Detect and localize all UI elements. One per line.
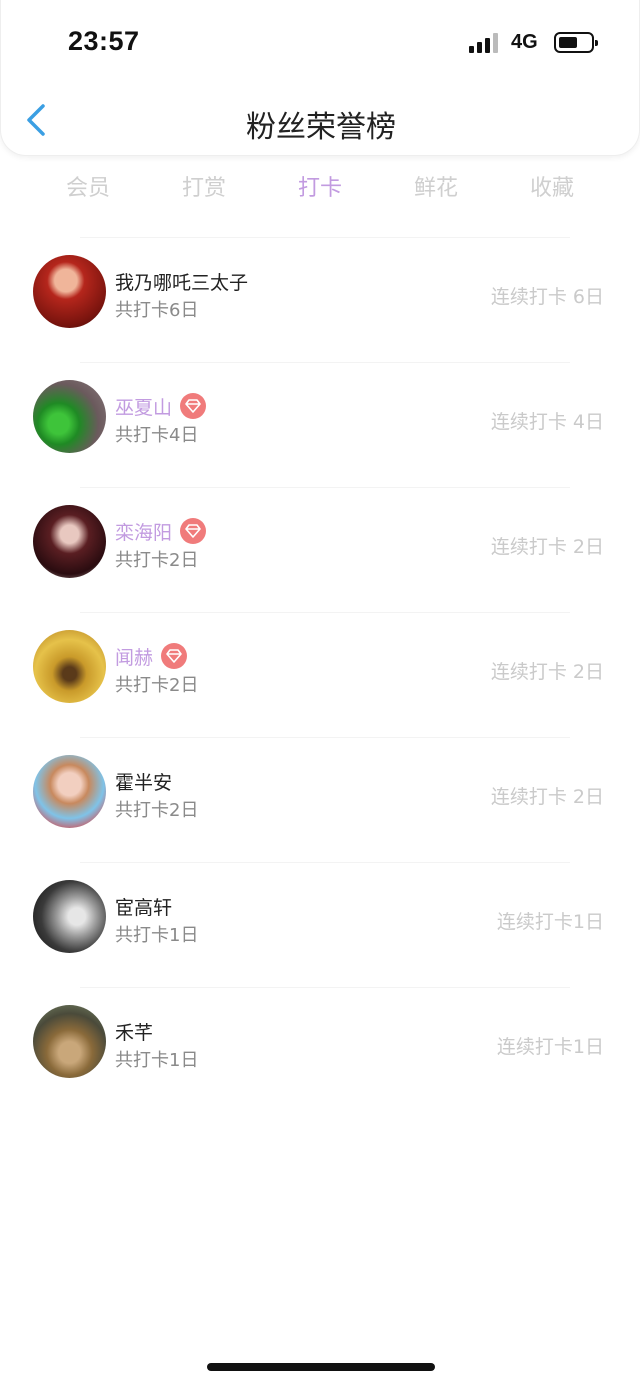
header: 23:57 4G 粉丝荣誉榜 [0,0,640,156]
streak-label: 连续打卡 2日 [490,536,604,558]
nav-bar: 粉丝荣誉榜 [1,90,640,150]
streak-label: 连续打卡1日 [496,911,604,933]
streak-label: 连续打卡 2日 [490,661,604,683]
total-checkin: 共打卡6日 [115,300,199,321]
avatar[interactable] [33,630,106,703]
fan-name: 宦高轩 [115,896,173,919]
fan-name: 我乃哪吒三太子 [115,271,249,294]
battery-icon [554,32,598,53]
fan-row[interactable]: 栾海阳 共打卡2日 连续打卡 2日 [0,488,640,612]
fan-row[interactable]: 我乃哪吒三太子 共打卡6日 连续打卡 6日 [0,238,640,362]
fan-name: 栾海阳 [115,521,173,544]
network-label: 4G [511,31,538,53]
streak-label: 连续打卡 2日 [490,786,604,808]
streak-label: 连续打卡 6日 [490,286,604,308]
home-indicator[interactable] [207,1363,435,1371]
avatar[interactable] [33,1005,106,1078]
fan-row[interactable]: 巫夏山 共打卡4日 连续打卡 4日 [0,363,640,487]
diamond-icon [180,518,207,544]
tab-reward[interactable]: 打赏 [146,170,262,206]
total-checkin: 共打卡1日 [115,925,199,946]
tab-checkin[interactable]: 打卡 [262,170,378,206]
tab-flowers[interactable]: 鲜花 [378,170,494,206]
total-checkin: 共打卡1日 [115,1050,199,1071]
status-bar: 23:57 4G [1,0,640,86]
fan-name: 霍半安 [115,771,173,794]
diamond-icon [180,393,207,419]
status-time: 23:57 [68,26,140,56]
fan-row[interactable]: 宦高轩 共打卡1日 连续打卡1日 [0,863,640,987]
avatar[interactable] [33,505,106,578]
streak-label: 连续打卡 4日 [490,411,604,433]
total-checkin: 共打卡4日 [115,425,199,446]
avatar[interactable] [33,380,106,453]
streak-label: 连续打卡1日 [496,1036,604,1058]
avatar[interactable] [33,880,106,953]
tab-member[interactable]: 会员 [30,170,146,206]
total-checkin: 共打卡2日 [115,800,199,821]
fan-list: 我乃哪吒三太子 共打卡6日 连续打卡 6日 巫夏山 共打卡4日 连续打卡 4日 … [0,237,640,1112]
total-checkin: 共打卡2日 [115,550,199,571]
fan-name: 巫夏山 [115,396,173,419]
fan-row[interactable]: 闻赫 共打卡2日 连续打卡 2日 [0,613,640,737]
signal-icon [469,33,501,53]
fan-name: 禾芊 [115,1021,154,1044]
diamond-icon [161,643,188,669]
tab-favorites[interactable]: 收藏 [494,170,610,206]
fan-row[interactable]: 霍半安 共打卡2日 连续打卡 2日 [0,738,640,862]
tab-bar: 会员 打赏 打卡 鲜花 收藏 [30,170,610,206]
page-title: 粉丝荣誉榜 [246,110,396,145]
fan-name: 闻赫 [115,646,154,669]
total-checkin: 共打卡2日 [115,675,199,696]
avatar[interactable] [33,755,106,828]
fan-row[interactable]: 禾芊 共打卡1日 连续打卡1日 [0,988,640,1112]
avatar[interactable] [33,255,106,328]
